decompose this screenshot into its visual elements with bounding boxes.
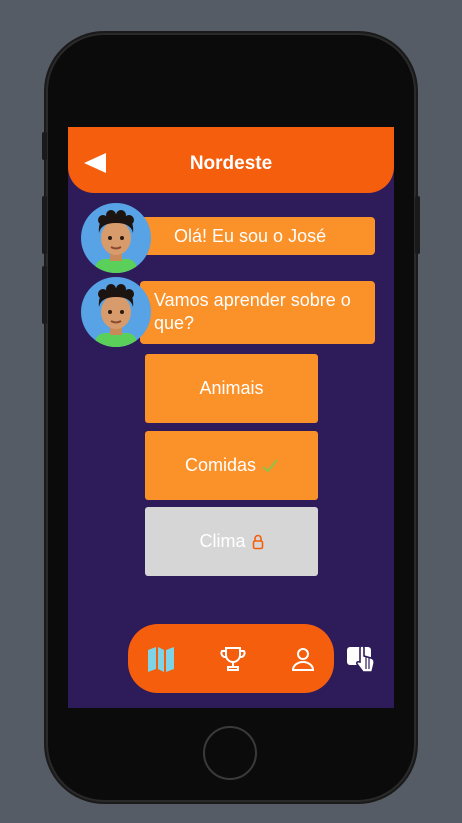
page-title: Nordeste (189, 153, 273, 174)
header-bar: Nordeste (68, 127, 394, 193)
chat-text: Vamos aprender sobre o que? (154, 290, 351, 333)
check-icon (262, 458, 278, 472)
avatar (81, 203, 151, 273)
option-label: Clima (199, 531, 246, 551)
chat-bubble: Vamos aprender sobre o que? (140, 281, 375, 344)
chat-bubble: Olá! Eu sou o José (140, 217, 375, 255)
option-label: Comidas (184, 455, 257, 475)
trophy-icon[interactable] (218, 644, 248, 674)
option-label: Animais (199, 378, 264, 398)
app-screen: Nordeste Olá! Eu sou o José Vamos aprend… (68, 127, 394, 708)
volume-up-button (42, 196, 47, 254)
tap-hand-icon[interactable] (346, 643, 380, 677)
avatar (81, 277, 151, 347)
home-button[interactable] (203, 726, 257, 780)
option-clima-button[interactable]: Clima (145, 507, 318, 576)
chat-text: Olá! Eu sou o José (174, 226, 327, 246)
option-animais-button[interactable]: Animais (145, 354, 318, 423)
option-comidas-button[interactable]: Comidas (145, 431, 318, 500)
bottom-nav (128, 624, 334, 693)
mute-switch (42, 132, 47, 160)
map-icon[interactable] (146, 644, 176, 674)
volume-down-button (42, 266, 47, 324)
lock-icon (252, 534, 263, 549)
power-button (415, 196, 420, 254)
user-icon[interactable] (288, 644, 318, 674)
